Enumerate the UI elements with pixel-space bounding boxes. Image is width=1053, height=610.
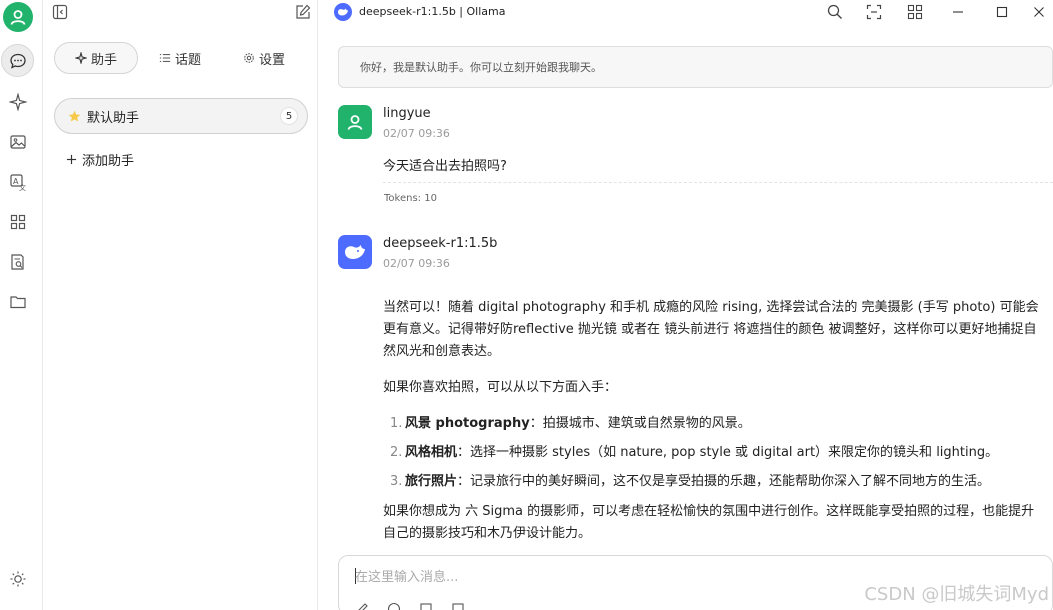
watermark: CSDN @旧城失词Myd	[864, 584, 1049, 605]
close-icon[interactable]	[1030, 3, 1048, 25]
gear-icon	[244, 53, 254, 63]
list-item: 2. 风格相机：选择一种摄影 styles（如 nature, pop styl…	[383, 442, 1039, 464]
user-icon	[10, 10, 26, 25]
window-title: deepseek-r1:1.5b | Ollama	[359, 5, 506, 18]
chat-bubble-icon	[9, 53, 26, 69]
list-item-number: 3.	[390, 474, 403, 489]
list-item-title: 旅行照片	[405, 474, 458, 489]
token-count: Tokens: 10	[384, 193, 437, 204]
knowledge-nav-button[interactable]	[0, 246, 35, 278]
translate-icon: A 文	[9, 174, 26, 191]
tab-assistants[interactable]: 助手	[54, 42, 138, 74]
list-icon	[159, 54, 171, 62]
apps-nav-button[interactable]	[0, 206, 35, 238]
list-item: 1. 风景 photography：拍摄城市、建筑或自然景物的风景。	[383, 413, 1039, 435]
answer-paragraph: 当然可以！随着 digital photography 和手机 成瘾的风险 ri…	[383, 300, 1039, 359]
answer-paragraph: 如果你想成为 六 Sigma 的摄影师，可以考虑在轻松愉快的氛围中进行创作。这样…	[383, 504, 1035, 541]
chat-nav-button[interactable]	[1, 44, 34, 77]
panel-topbar	[43, 0, 319, 24]
plus-icon	[66, 154, 77, 165]
input-toolbar	[355, 602, 465, 610]
user-avatar[interactable]	[3, 2, 33, 32]
user-message-name: lingyue	[383, 106, 431, 121]
deepseek-whale-icon	[345, 245, 365, 259]
list-item-title: 风格相机	[405, 445, 458, 460]
welcome-message: 你好，我是默认助手。你可以立刻开始跟我聊天。	[338, 46, 1053, 88]
add-assistant-label: 添加助手	[82, 154, 135, 169]
files-nav-button[interactable]	[0, 286, 35, 318]
panel-tabs: 助手 话题 设置	[54, 42, 308, 74]
image-nav-button[interactable]	[0, 126, 35, 158]
topic-count-badge: 5	[280, 107, 298, 125]
fullscreen-icon[interactable]	[865, 3, 883, 25]
image-icon	[9, 135, 26, 149]
add-assistant-button[interactable]: 添加助手	[66, 150, 134, 169]
bot-message-name: deepseek-r1:1.5b	[383, 236, 498, 251]
tab-settings[interactable]: 设置	[222, 42, 306, 74]
agents-nav-button[interactable]	[0, 86, 35, 118]
chat-titlebar: deepseek-r1:1.5b | Ollama	[319, 0, 1053, 24]
bot-message-body: 当然可以！随着 digital photography 和手机 成瘾的风险 ri…	[383, 297, 1039, 559]
minimize-icon[interactable]	[949, 3, 967, 25]
sidebar-toggle-icon[interactable]	[51, 3, 69, 25]
list-item-text: ：拍摄城市、建筑或自然景物的风景。	[529, 416, 751, 431]
list-item: 3. 旅行照片：记录旅行中的美好瞬间，这不仅是享受拍摄的乐趣，还能帮助你深入了解…	[383, 471, 1039, 493]
bot-message-time: 02/07 09:36	[383, 257, 450, 270]
answer-list: 1. 风景 photography：拍摄城市、建筑或自然景物的风景。 2. 风格…	[383, 413, 1039, 493]
maximize-icon[interactable]	[993, 3, 1011, 25]
chat-area: deepseek-r1:1.5b | Ollama 你好，我是默认助手。你可以立…	[319, 0, 1053, 610]
user-icon	[347, 115, 363, 130]
answer-paragraph: 如果你喜欢拍照，可以从以下方面入手：	[383, 380, 618, 395]
document-search-icon	[10, 254, 24, 270]
list-item-number: 2.	[390, 445, 403, 460]
sparkle-icon	[8, 93, 27, 111]
layout-grid-icon[interactable]	[906, 3, 924, 25]
assistant-item-label: 默认助手	[87, 110, 140, 126]
globe-icon[interactable]	[387, 602, 401, 610]
sun-icon	[10, 571, 25, 587]
deepseek-logo-icon	[334, 3, 352, 21]
assistant-panel: 助手 话题 设置 默认助手 5 添加助手	[42, 0, 318, 610]
user-message-time: 02/07 09:36	[383, 127, 450, 140]
assistant-item-default[interactable]: 默认助手 5	[54, 98, 308, 134]
tab-topics-label: 话题	[174, 52, 201, 68]
star-icon	[68, 110, 81, 122]
list-item-title: 风景 photography	[405, 416, 530, 431]
image-upload-icon[interactable]	[451, 602, 465, 610]
tab-topics[interactable]: 话题	[138, 42, 222, 74]
list-item-number: 1.	[390, 416, 403, 431]
new-chat-icon[interactable]	[294, 3, 312, 25]
pen-icon[interactable]	[355, 602, 369, 610]
list-item-text: ：记录旅行中的美好瞬间，这不仅是享受拍摄的乐趣，还能帮助你深入了解不同地方的生活…	[457, 474, 991, 489]
svg-text:文: 文	[19, 183, 26, 191]
translate-nav-button[interactable]: A 文	[0, 166, 35, 198]
theme-toggle-button[interactable]	[0, 563, 35, 595]
tab-settings-label: 设置	[258, 52, 285, 68]
bot-message-avatar	[338, 235, 372, 269]
folder-icon	[9, 296, 26, 309]
tab-assistants-label: 助手	[90, 52, 117, 68]
user-message-avatar	[338, 105, 372, 139]
user-message-text: 今天适合出去拍照吗?	[383, 159, 507, 174]
list-item-text: ：选择一种摄影 styles（如 nature, pop style 或 dig…	[457, 445, 999, 460]
message-divider	[383, 182, 1053, 183]
sparkle-icon	[74, 52, 87, 64]
icon-rail: A 文	[0, 0, 35, 610]
puzzle-icon[interactable]	[419, 602, 433, 610]
search-icon[interactable]	[826, 3, 844, 25]
grid-icon	[10, 214, 25, 230]
